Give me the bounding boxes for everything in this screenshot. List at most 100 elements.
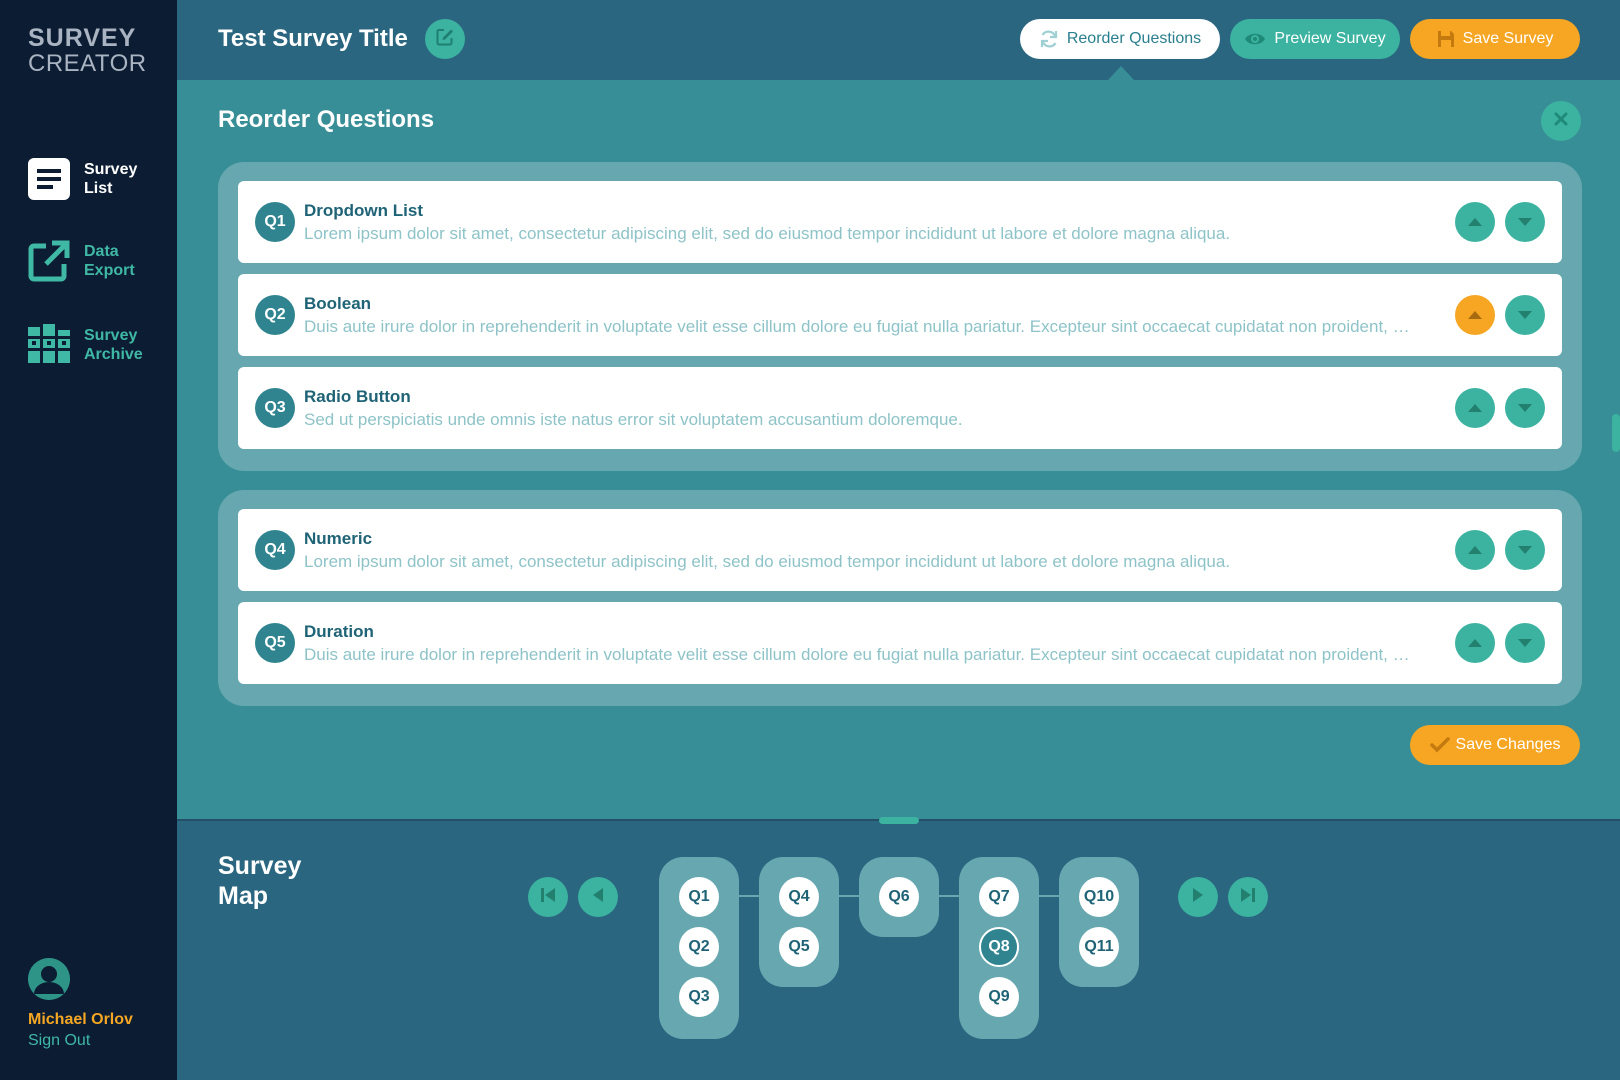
- map-question[interactable]: Q5: [779, 927, 819, 967]
- question-row[interactable]: Q4 Numeric Lorem ipsum dolor sit amet, c…: [238, 509, 1562, 591]
- map-connector: [739, 895, 759, 897]
- move-down-button[interactable]: [1505, 388, 1545, 428]
- question-number-badge: Q1: [255, 202, 295, 242]
- question-title: Numeric: [304, 529, 373, 548]
- header: Test Survey Title Reorder Questions Prev…: [177, 0, 1620, 80]
- map-question[interactable]: Q11: [1079, 927, 1119, 967]
- move-down-button[interactable]: [1505, 623, 1545, 663]
- move-down-button[interactable]: [1505, 530, 1545, 570]
- question-title: Boolean: [304, 294, 372, 313]
- question-number-badge: Q5: [255, 623, 295, 663]
- sign-out-link[interactable]: Sign Out: [28, 1032, 90, 1050]
- map-group: Q1 Q2 Q3: [659, 857, 739, 1039]
- question-title: Duration: [304, 622, 374, 641]
- map-question[interactable]: Q1: [679, 877, 719, 917]
- move-up-button[interactable]: [1455, 202, 1495, 242]
- archive-icon: [28, 324, 70, 366]
- map-question[interactable]: Q2: [679, 927, 719, 967]
- floppy-disk-icon: [1437, 30, 1455, 48]
- arrow-up-icon: [1468, 639, 1482, 647]
- user-name: Michael Orlov: [28, 1011, 133, 1028]
- question-description: Lorem ipsum dolor sit amet, consectetur …: [304, 552, 1231, 571]
- save-survey-button[interactable]: Save Survey: [1410, 19, 1580, 59]
- question-title: Dropdown List: [304, 201, 423, 220]
- reorder-questions-button[interactable]: Reorder Questions: [1020, 19, 1220, 59]
- arrow-down-icon: [1518, 311, 1532, 319]
- question-description: Sed ut perspiciatis unde omnis iste natu…: [304, 410, 963, 429]
- first-page-button[interactable]: [528, 877, 568, 917]
- survey-title: Test Survey Title: [218, 25, 408, 52]
- avatar: [28, 958, 70, 1000]
- logo-line2: CREATOR: [28, 50, 147, 77]
- export-icon: [28, 240, 70, 282]
- map-question[interactable]: Q7: [979, 877, 1019, 917]
- skip-end-icon: [1239, 887, 1257, 908]
- resize-handle[interactable]: [879, 817, 919, 824]
- sidebar-item-survey-list[interactable]: Survey List: [28, 158, 164, 200]
- checkmark-icon: [1429, 737, 1450, 753]
- sidebar-item-label: Data Export: [84, 243, 135, 279]
- active-popover-pointer: [1108, 66, 1134, 80]
- arrow-down-icon: [1518, 546, 1532, 554]
- move-up-button[interactable]: [1455, 530, 1495, 570]
- logo-line1: SURVEY: [28, 24, 137, 52]
- preview-survey-label: Preview Survey: [1274, 30, 1386, 47]
- reorder-questions-label: Reorder Questions: [1066, 30, 1202, 47]
- arrow-right-icon: [1191, 887, 1205, 908]
- save-changes-label: Save Changes: [1455, 736, 1561, 753]
- question-description: Duis aute irure dolor in reprehenderit i…: [304, 317, 1412, 336]
- map-question[interactable]: Q9: [979, 977, 1019, 1017]
- map-question[interactable]: Q3: [679, 977, 719, 1017]
- map-question[interactable]: Q4: [779, 877, 819, 917]
- question-group-2: Q4 Numeric Lorem ipsum dolor sit amet, c…: [218, 490, 1582, 706]
- question-number-badge: Q3: [255, 388, 295, 428]
- panel-title: Reorder Questions: [218, 106, 435, 133]
- map-question[interactable]: Q10: [1079, 877, 1119, 917]
- move-down-button[interactable]: [1505, 202, 1545, 242]
- arrow-up-icon: [1468, 546, 1482, 554]
- sidebar-item-survey-archive[interactable]: Survey Archive: [28, 324, 164, 366]
- map-question-selected[interactable]: Q8: [979, 927, 1019, 967]
- map-question[interactable]: Q6: [879, 877, 919, 917]
- previous-button[interactable]: [578, 877, 618, 917]
- reorder-panel: Reorder Questions Q1 Dropdown List Lorem…: [177, 80, 1620, 819]
- map-group: Q10 Q11: [1059, 857, 1139, 987]
- edit-icon: [436, 28, 454, 51]
- question-row[interactable]: Q1 Dropdown List Lorem ipsum dolor sit a…: [238, 181, 1562, 263]
- map-connector: [839, 895, 859, 897]
- save-survey-label: Save Survey: [1462, 30, 1554, 47]
- skip-start-icon: [539, 887, 557, 908]
- map-group: Q6: [859, 857, 939, 937]
- move-down-button[interactable]: [1505, 295, 1545, 335]
- arrow-down-icon: [1518, 218, 1532, 226]
- last-page-button[interactable]: [1228, 877, 1268, 917]
- save-changes-button[interactable]: Save Changes: [1410, 725, 1580, 765]
- refresh-icon: [1039, 29, 1059, 49]
- sidebar-item-data-export[interactable]: Data Export: [28, 240, 164, 282]
- arrow-down-icon: [1518, 404, 1532, 412]
- scrollbar-thumb[interactable]: [1612, 414, 1620, 452]
- app-logo: SURVEY CREATOR: [28, 26, 147, 76]
- map-connector: [939, 895, 959, 897]
- list-icon: [28, 158, 70, 200]
- sidebar: SURVEY CREATOR Survey List Data Export S…: [0, 0, 177, 1080]
- preview-survey-button[interactable]: Preview Survey: [1230, 19, 1400, 59]
- arrow-down-icon: [1518, 639, 1532, 647]
- move-up-button[interactable]: [1455, 295, 1495, 335]
- move-up-button[interactable]: [1455, 623, 1495, 663]
- question-row[interactable]: Q3 Radio Button Sed ut perspiciatis unde…: [238, 367, 1562, 449]
- question-description: Duis aute irure dolor in reprehenderit i…: [304, 645, 1412, 664]
- close-icon: [1554, 112, 1568, 131]
- user-profile: [28, 958, 70, 1000]
- question-description: Lorem ipsum dolor sit amet, consectetur …: [304, 224, 1231, 243]
- question-row[interactable]: Q5 Duration Duis aute irure dolor in rep…: [238, 602, 1562, 684]
- close-panel-button[interactable]: [1541, 101, 1581, 141]
- eye-icon: [1244, 31, 1266, 47]
- map-group: Q4 Q5: [759, 857, 839, 987]
- next-button[interactable]: [1178, 877, 1218, 917]
- arrow-up-icon: [1468, 218, 1482, 226]
- edit-title-button[interactable]: [425, 19, 465, 59]
- survey-map: Survey Map Q1 Q2 Q3 Q4 Q5 Q6 Q7 Q8 Q9 Q1…: [177, 817, 1620, 1080]
- question-row[interactable]: Q2 Boolean Duis aute irure dolor in repr…: [238, 274, 1562, 356]
- move-up-button[interactable]: [1455, 388, 1495, 428]
